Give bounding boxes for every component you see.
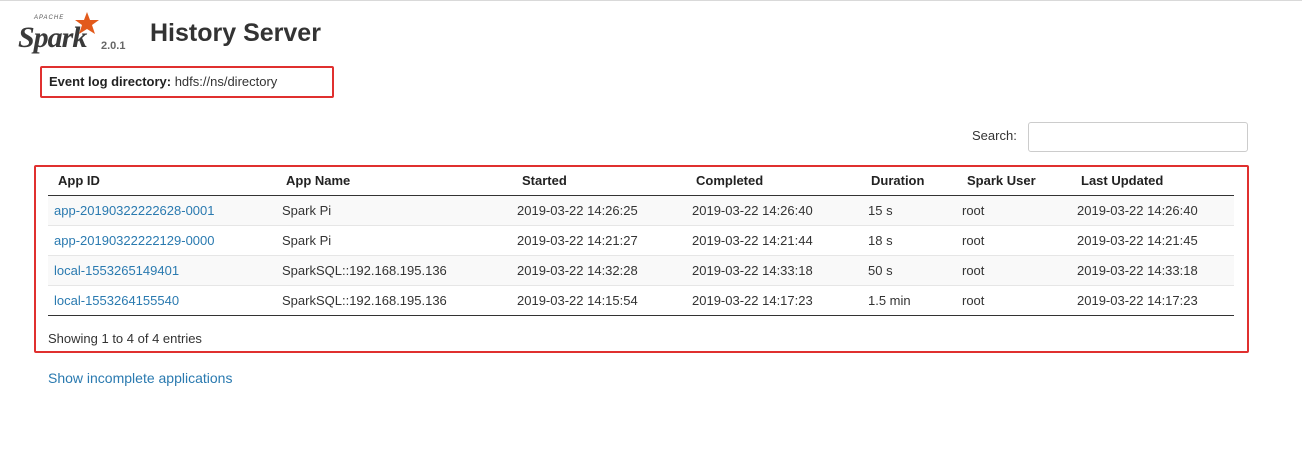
event-log-value: hdfs://ns/directory xyxy=(174,74,278,89)
app-name-cell: Spark Pi xyxy=(282,233,332,248)
spark-version: 2.0.1 xyxy=(101,40,126,52)
page-title: History Server xyxy=(150,19,321,47)
column-header-spark-user[interactable]: Spark User xyxy=(967,173,1036,188)
table-row: local-1553264155540 SparkSQL::192.168.19… xyxy=(48,286,1234,316)
column-header-completed[interactable]: Completed xyxy=(696,173,763,188)
search-input[interactable] xyxy=(1028,122,1248,152)
started-cell: 2019-03-22 14:26:25 xyxy=(517,203,638,218)
spark-user-cell: root xyxy=(962,203,985,218)
show-incomplete-applications-link[interactable]: Show incomplete applications xyxy=(48,370,232,386)
search-label: Search: xyxy=(972,128,1017,143)
last-updated-cell: 2019-03-22 14:33:18 xyxy=(1077,263,1198,278)
duration-cell: 50 s xyxy=(868,263,893,278)
app-name-cell: SparkSQL::192.168.195.136 xyxy=(282,293,447,308)
table-header: App ID App Name Started Completed Durati… xyxy=(48,167,1234,196)
app-id-link[interactable]: app-20190322222628-0001 xyxy=(54,203,215,218)
column-header-app-id[interactable]: App ID xyxy=(58,173,100,188)
table-row: app-20190322222129-0000 Spark Pi 2019-03… xyxy=(48,226,1234,256)
app-id-link[interactable]: app-20190322222129-0000 xyxy=(54,233,215,248)
table-row: app-20190322222628-0001 Spark Pi 2019-03… xyxy=(48,196,1234,226)
completed-cell: 2019-03-22 14:21:44 xyxy=(692,233,813,248)
spark-user-cell: root xyxy=(962,293,985,308)
last-updated-cell: 2019-03-22 14:17:23 xyxy=(1077,293,1198,308)
column-header-app-name[interactable]: App Name xyxy=(286,173,350,188)
spark-star-icon xyxy=(75,12,99,34)
spark-logo[interactable]: APACHE Spark xyxy=(16,12,100,57)
duration-cell: 15 s xyxy=(868,203,893,218)
last-updated-cell: 2019-03-22 14:26:40 xyxy=(1077,203,1198,218)
started-cell: 2019-03-22 14:32:28 xyxy=(517,263,638,278)
spark-user-cell: root xyxy=(962,233,985,248)
duration-cell: 1.5 min xyxy=(868,293,911,308)
app-id-link[interactable]: local-1553265149401 xyxy=(54,263,179,278)
table-info: Showing 1 to 4 of 4 entries xyxy=(48,331,202,346)
app-name-cell: Spark Pi xyxy=(282,203,332,218)
event-log-directory: Event log directory: hdfs://ns/directory xyxy=(40,66,334,98)
last-updated-cell: 2019-03-22 14:21:45 xyxy=(1077,233,1198,248)
started-cell: 2019-03-22 14:15:54 xyxy=(517,293,638,308)
spark-user-cell: root xyxy=(962,263,985,278)
started-cell: 2019-03-22 14:21:27 xyxy=(517,233,638,248)
app-id-link[interactable]: local-1553264155540 xyxy=(54,293,179,308)
completed-cell: 2019-03-22 14:26:40 xyxy=(692,203,813,218)
applications-table: App ID App Name Started Completed Durati… xyxy=(48,167,1234,316)
column-header-started[interactable]: Started xyxy=(522,173,567,188)
completed-cell: 2019-03-22 14:17:23 xyxy=(692,293,813,308)
column-header-duration[interactable]: Duration xyxy=(871,173,924,188)
column-header-last-updated[interactable]: Last Updated xyxy=(1081,173,1163,188)
app-name-cell: SparkSQL::192.168.195.136 xyxy=(282,263,447,278)
table-row: local-1553265149401 SparkSQL::192.168.19… xyxy=(48,256,1234,286)
completed-cell: 2019-03-22 14:33:18 xyxy=(692,263,813,278)
event-log-label: Event log directory: xyxy=(49,74,172,89)
applications-table-container: App ID App Name Started Completed Durati… xyxy=(34,165,1249,353)
duration-cell: 18 s xyxy=(868,233,893,248)
